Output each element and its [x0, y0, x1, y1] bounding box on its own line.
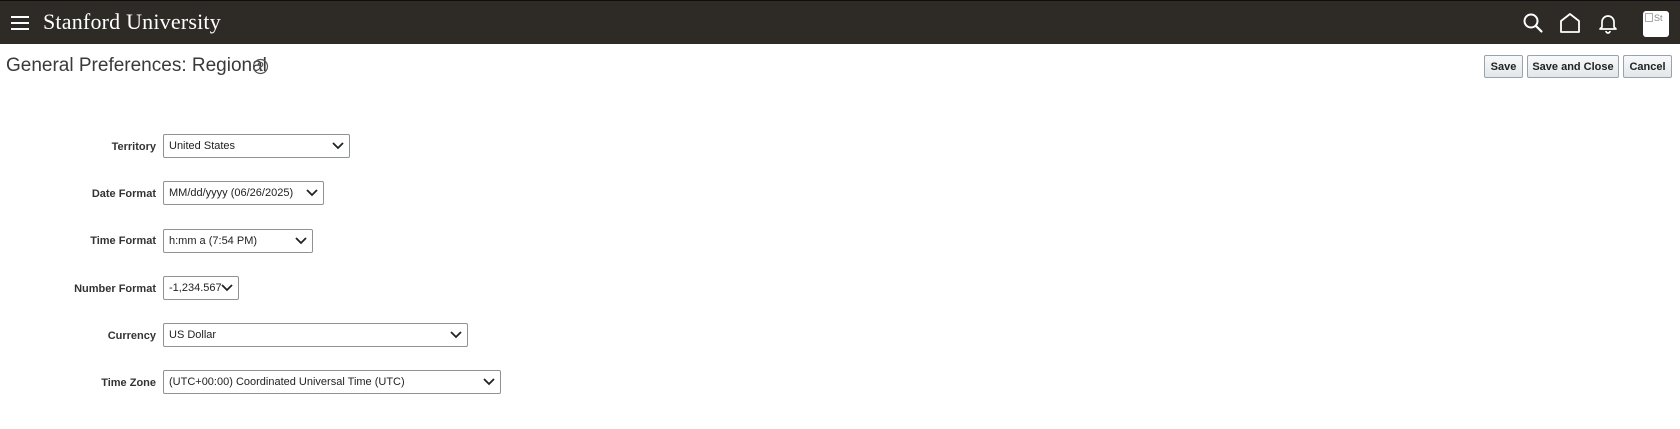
chevron-down-icon	[332, 142, 344, 150]
home-icon[interactable]	[1559, 12, 1581, 34]
currency-value: US Dollar	[169, 329, 217, 341]
date-format-label: Date Format	[91, 188, 156, 200]
currency-select[interactable]: US Dollar	[163, 323, 468, 347]
number-format-select[interactable]: -1,234.567	[163, 276, 239, 300]
time-format-label: Time Format	[90, 235, 156, 247]
chevron-down-icon	[306, 189, 318, 197]
number-format-label: Number Format	[74, 283, 156, 295]
territory-value: United States	[169, 140, 236, 152]
date-format-value: MM/dd/yyyy (06/26/2025)	[169, 187, 294, 199]
help-icon[interactable]	[252, 58, 269, 75]
page-title: General Preferences: Regional	[6, 55, 267, 76]
global-header: Stanford University St	[0, 0, 1680, 44]
time-format-select[interactable]: h:mm a (7:54 PM)	[163, 229, 313, 253]
bell-icon[interactable]	[1597, 12, 1619, 34]
territory-select[interactable]: United States	[163, 134, 350, 158]
menu-icon[interactable]	[10, 13, 30, 33]
chevron-down-icon	[450, 331, 462, 339]
chevron-down-icon	[483, 378, 495, 386]
number-format-value: -1,234.567	[169, 282, 222, 294]
save-and-close-button[interactable]: Save and Close	[1527, 55, 1619, 78]
avatar-alt-text: St	[1654, 13, 1663, 23]
time-zone-value: (UTC+00:00) Coordinated Universal Time (…	[169, 376, 405, 388]
user-avatar[interactable]: St	[1643, 11, 1669, 37]
time-format-value: h:mm a (7:54 PM)	[169, 235, 258, 247]
date-format-select[interactable]: MM/dd/yyyy (06/26/2025)	[163, 181, 324, 205]
search-icon[interactable]	[1522, 12, 1544, 34]
cancel-button[interactable]: Cancel	[1623, 55, 1672, 78]
chevron-down-icon	[221, 284, 233, 292]
time-zone-select[interactable]: (UTC+00:00) Coordinated Universal Time (…	[163, 370, 501, 394]
time-zone-label: Time Zone	[101, 377, 156, 389]
save-button[interactable]: Save	[1484, 55, 1523, 78]
brand-logo-text[interactable]: Stanford University	[43, 9, 221, 35]
territory-label: Territory	[111, 141, 156, 153]
chevron-down-icon	[295, 237, 307, 245]
currency-label: Currency	[107, 330, 156, 342]
broken-image-icon	[1645, 13, 1653, 22]
